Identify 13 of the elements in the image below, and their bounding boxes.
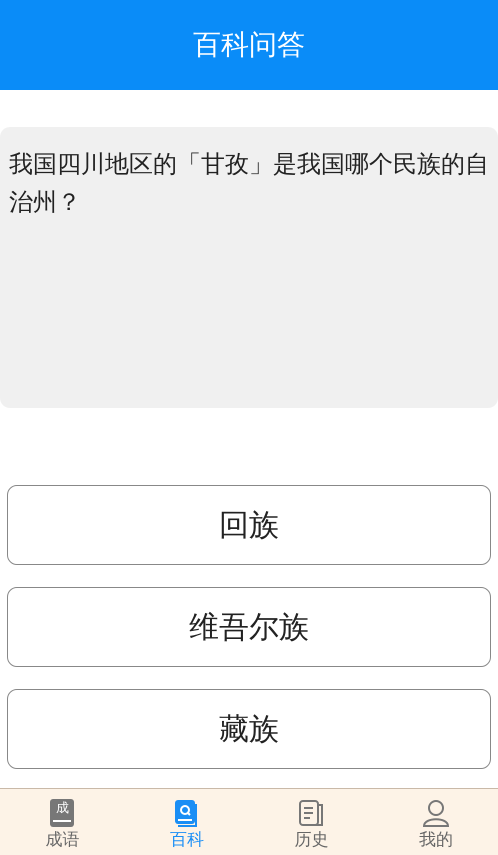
question-text: 我国四川地区的「甘孜」是我国哪个民族的自治州？ [9,149,489,218]
tab[interactable]: 成 成语 [0,789,124,855]
tab[interactable]: 历史 [249,789,374,855]
search-book-icon [174,798,200,826]
answer-option[interactable]: 维吾尔族 [7,587,491,667]
tab[interactable]: 我的 [374,789,498,855]
answer-option[interactable]: 藏族 [7,689,491,769]
tab[interactable]: 百科 [124,789,249,855]
book-icon: 成 [50,798,74,826]
user-icon [422,798,450,826]
answer-option[interactable]: 回族 [7,485,491,565]
document-icon [298,798,324,826]
page-title: 百科问答 [193,27,305,63]
